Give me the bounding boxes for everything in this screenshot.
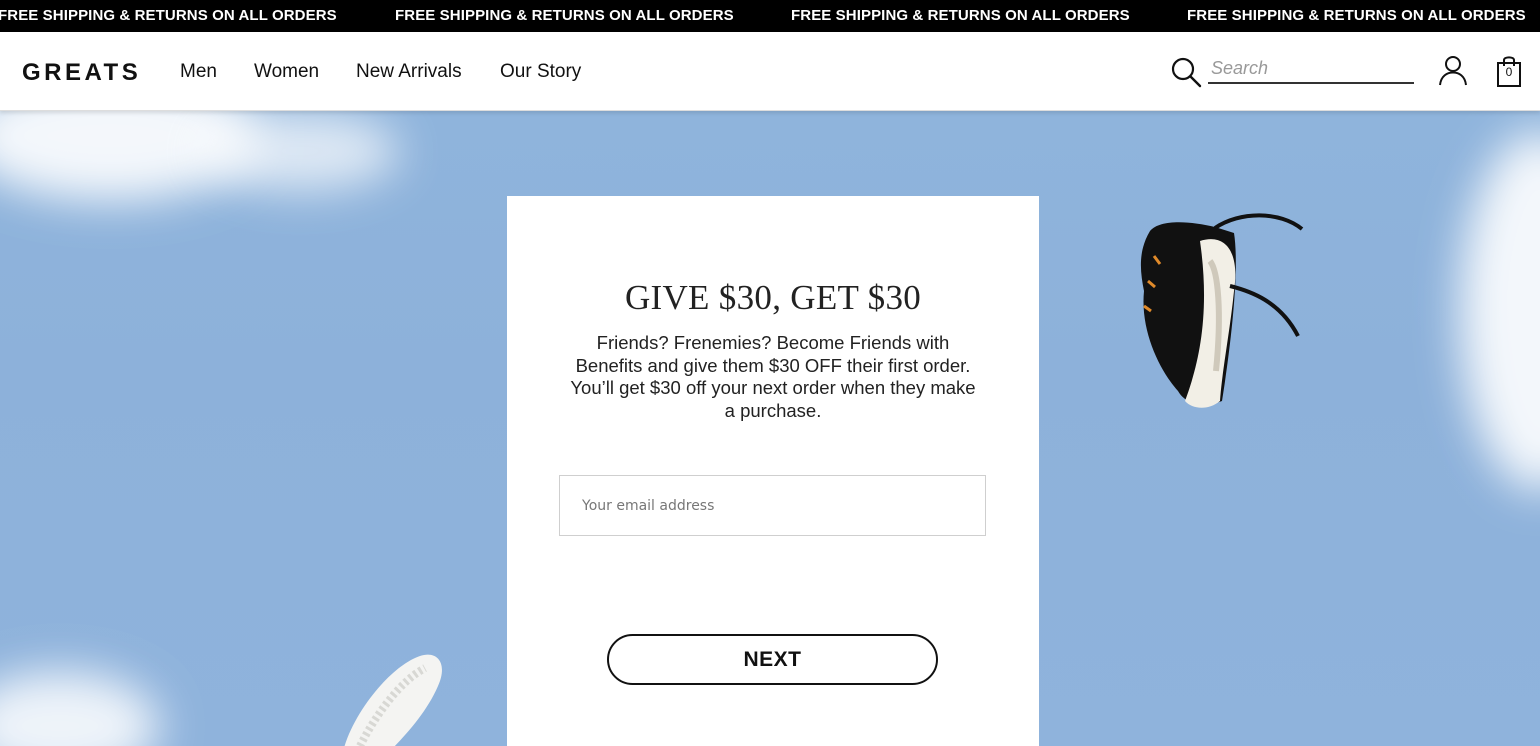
nav-item-our-story[interactable]: Our Story — [500, 61, 581, 83]
account-icon[interactable] — [1437, 54, 1469, 86]
announcement-text: FREE SHIPPING & RETURNS ON ALL ORDERS — [0, 7, 337, 24]
announcement-text: FREE SHIPPING & RETURNS ON ALL ORDERS — [395, 7, 734, 24]
search-input[interactable] — [1208, 54, 1414, 84]
email-field[interactable] — [559, 475, 986, 536]
referral-modal: GIVE $30, GET $30 Friends? Frenemies? Be… — [507, 196, 1039, 746]
cloud-graphic — [1460, 131, 1540, 491]
nav-item-men[interactable]: Men — [180, 61, 217, 83]
modal-description: Friends? Frenemies? Become Friends with … — [570, 332, 976, 421]
announcement-text: FREE SHIPPING & RETURNS ON ALL ORDERS — [791, 7, 1130, 24]
next-button[interactable]: NEXT — [607, 634, 938, 685]
nav-item-new-arrivals[interactable]: New Arrivals — [356, 61, 462, 83]
shopping-bag-icon[interactable] — [1495, 54, 1523, 88]
sneaker-sole-image — [344, 654, 442, 746]
modal-title: GIVE $30, GET $30 — [624, 278, 922, 317]
site-header: GREATS Men Women New Arrivals Our Story … — [0, 32, 1540, 111]
brand-logo[interactable]: GREATS — [22, 59, 141, 87]
announcement-text: FREE SHIPPING & RETURNS ON ALL ORDERS — [1187, 7, 1526, 24]
cloud-graphic — [0, 671, 160, 746]
announcement-bar: FREE SHIPPING & RETURNS ON ALL ORDERS FR… — [0, 0, 1540, 32]
floating-sneaker-image — [1140, 213, 1304, 408]
cloud-graphic — [200, 111, 400, 191]
search-icon[interactable] — [1170, 56, 1202, 88]
nav-item-women[interactable]: Women — [254, 61, 319, 83]
